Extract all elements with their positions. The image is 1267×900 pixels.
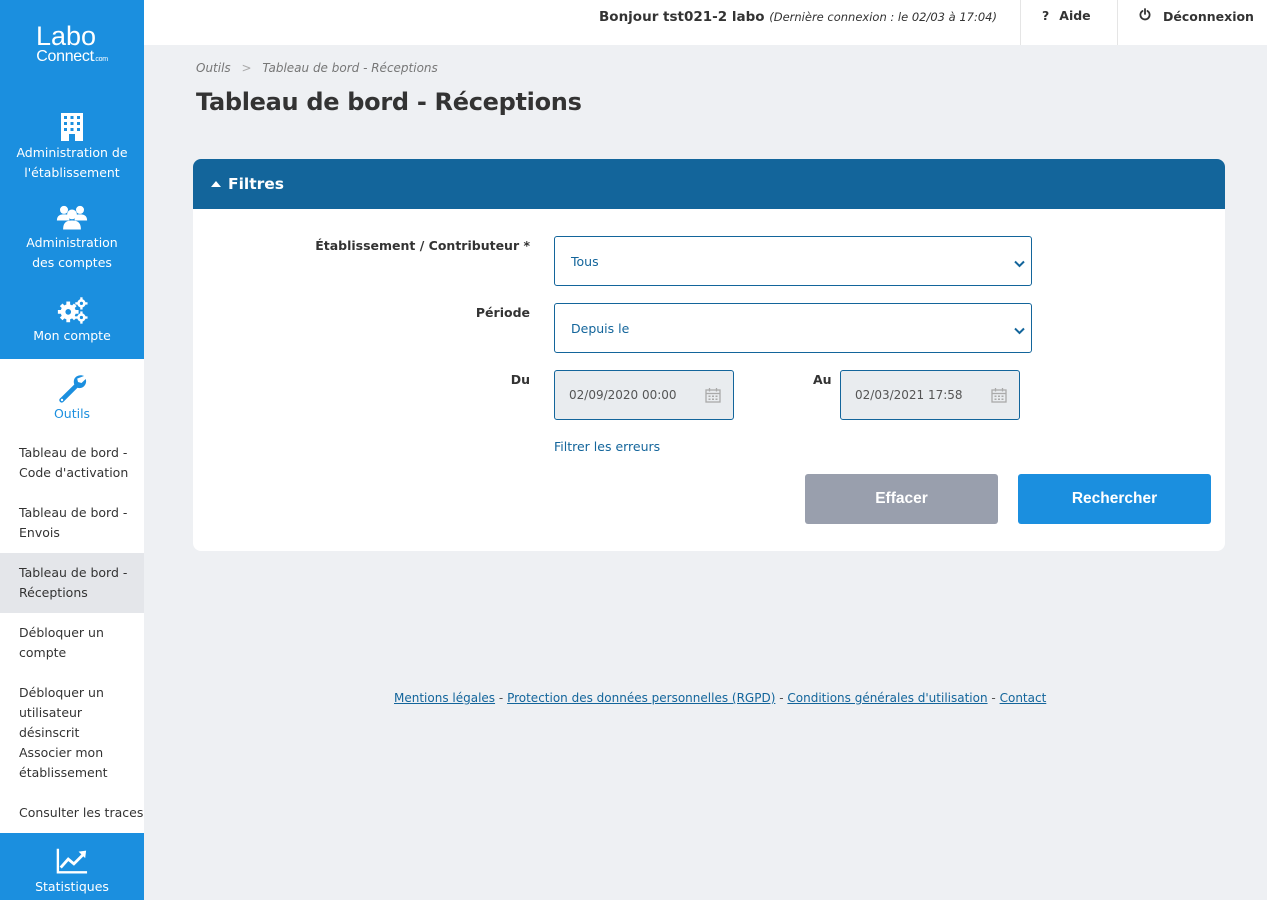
du-label: Du <box>510 372 530 387</box>
nav-admin-etablissement-line2: l'établissement <box>24 165 120 180</box>
power-icon <box>1139 8 1151 24</box>
filter-errors-link[interactable]: Filtrer les erreurs <box>554 439 660 454</box>
nav-admin-etablissement-line1: Administration de <box>16 145 128 160</box>
du-value: 02/09/2020 00:00 <box>569 388 677 402</box>
etablissement-value: Tous <box>571 253 599 269</box>
au-value: 02/03/2021 17:58 <box>855 388 963 402</box>
help-label: Aide <box>1059 8 1091 23</box>
nav-mon-compte[interactable]: Mon compte <box>0 280 144 359</box>
footer-separator: - <box>991 691 996 705</box>
logo[interactable]: Labo Connect.com <box>0 0 144 90</box>
sub-item-line1: Associer mon <box>19 745 104 760</box>
filters-panel: Filtres Établissement / Contributeur * T… <box>193 159 1225 551</box>
sidebar: Labo Connect.com Administration de l'éta… <box>0 0 144 900</box>
sub-item-code-activation[interactable]: Tableau de bord - Code d'activation <box>0 433 144 493</box>
caret-up-icon <box>211 181 221 187</box>
au-date-field[interactable]: 02/03/2021 17:58 <box>840 370 1020 420</box>
nav-mon-compte-label: Mon compte <box>33 327 111 343</box>
du-date-field[interactable]: 02/09/2020 00:00 <box>554 370 734 420</box>
sub-item-line2: Réceptions <box>19 585 88 600</box>
sub-item-debloquer-compte[interactable]: Débloquer un compte <box>0 613 144 673</box>
question-icon: ? <box>1042 8 1050 23</box>
page-title: Tableau de bord - Réceptions <box>196 88 582 116</box>
periode-select[interactable]: Depuis le <box>554 303 1032 353</box>
breadcrumb-current: Tableau de bord - Réceptions <box>262 61 438 75</box>
periode-value: Depuis le <box>571 320 630 336</box>
logo-labo: Labo <box>35 20 97 51</box>
nav-top: Administration de l'établissement Admini… <box>0 90 144 359</box>
sub-item-debloquer-utilisateur[interactable]: Débloquer un utilisateur désinscrit <box>0 673 144 740</box>
clear-button[interactable]: Effacer <box>805 474 998 524</box>
sub-item-line2: Code d'activation <box>19 465 129 480</box>
calendar-icon <box>991 387 1007 406</box>
breadcrumb: Outils > Tableau de bord - Réceptions <box>196 61 438 75</box>
footer-separator: - <box>498 691 504 705</box>
sub-item-line1: Consulter les traces <box>19 805 144 820</box>
nav-admin-comptes-line2: des comptes <box>32 255 112 270</box>
gears-icon <box>56 294 88 326</box>
chart-up-icon <box>56 845 88 877</box>
building-icon <box>56 111 88 143</box>
nav-admin-comptes[interactable]: Administration des comptes <box>0 190 144 280</box>
footer-cgu-link[interactable]: Conditions générales d'utilisation <box>787 691 987 705</box>
footer-rgpd-link[interactable]: Protection des données personnelles (RGP… <box>507 691 775 705</box>
nav-statistiques-label: Statistiques <box>35 878 109 894</box>
top-bar: Bonjour tst021-2 labo (Dernière connexio… <box>144 0 1267 45</box>
etablissement-select[interactable]: Tous <box>554 236 1032 286</box>
nav-outils[interactable]: Outils <box>0 359 144 433</box>
filters-header[interactable]: Filtres <box>193 159 1225 209</box>
sub-item-line1: Tableau de bord - <box>19 505 128 520</box>
sub-item-line2: Envois <box>19 525 60 540</box>
help-link[interactable]: ? Aide <box>1042 8 1091 23</box>
greeting-text: Bonjour tst021-2 labo <box>599 9 765 25</box>
divider <box>1020 0 1021 45</box>
logout-label: Déconnexion <box>1163 8 1254 24</box>
chevron-down-icon <box>1014 323 1025 338</box>
sub-item-line1: Débloquer un <box>19 685 104 700</box>
sub-item-line1: Débloquer un <box>19 625 104 640</box>
nav-admin-etablissement[interactable]: Administration de l'établissement <box>0 90 144 190</box>
chevron-down-icon <box>1014 256 1025 271</box>
sub-item-line1: Tableau de bord - <box>19 565 128 580</box>
sub-item-line2: compte <box>19 645 67 660</box>
sub-item-receptions[interactable]: Tableau de bord - Réceptions <box>0 553 144 613</box>
users-icon <box>56 201 88 233</box>
sub-item-line1: Tableau de bord - <box>19 445 128 460</box>
periode-label: Période <box>475 305 530 320</box>
greeting: Bonjour tst021-2 labo (Dernière connexio… <box>599 9 997 25</box>
search-button[interactable]: Rechercher <box>1018 474 1211 524</box>
footer-contact-link[interactable]: Contact <box>1000 691 1047 705</box>
au-label: Au <box>813 372 832 387</box>
footer-separator: - <box>779 691 784 705</box>
sub-item-envois[interactable]: Tableau de bord - Envois <box>0 493 144 553</box>
calendar-icon <box>705 387 721 406</box>
nav-outils-label: Outils <box>53 406 91 421</box>
sub-item-line2: établissement <box>19 765 108 780</box>
footer-mentions-link[interactable]: Mentions légales <box>394 691 495 705</box>
footer: Mentions légales - Protection des donnée… <box>394 691 1046 705</box>
wrench-icon <box>56 372 88 404</box>
sub-nav-list: Tableau de bord - Code d'activation Tabl… <box>0 433 144 853</box>
last-login: (Dernière connexion : le 02/03 à 17:04) <box>769 10 997 24</box>
logout-link[interactable]: Déconnexion <box>1139 8 1254 24</box>
nav-admin-comptes-line1: Administration <box>26 235 118 250</box>
nav-statistiques[interactable]: Statistiques <box>0 833 144 900</box>
filters-title: Filtres <box>228 175 285 193</box>
divider <box>1117 0 1118 45</box>
etablissement-label: Établissement / Contributeur * <box>315 238 530 253</box>
logo-connect: Connect.com <box>36 47 108 65</box>
breadcrumb-root[interactable]: Outils <box>196 61 231 75</box>
breadcrumb-separator: > <box>241 61 252 75</box>
